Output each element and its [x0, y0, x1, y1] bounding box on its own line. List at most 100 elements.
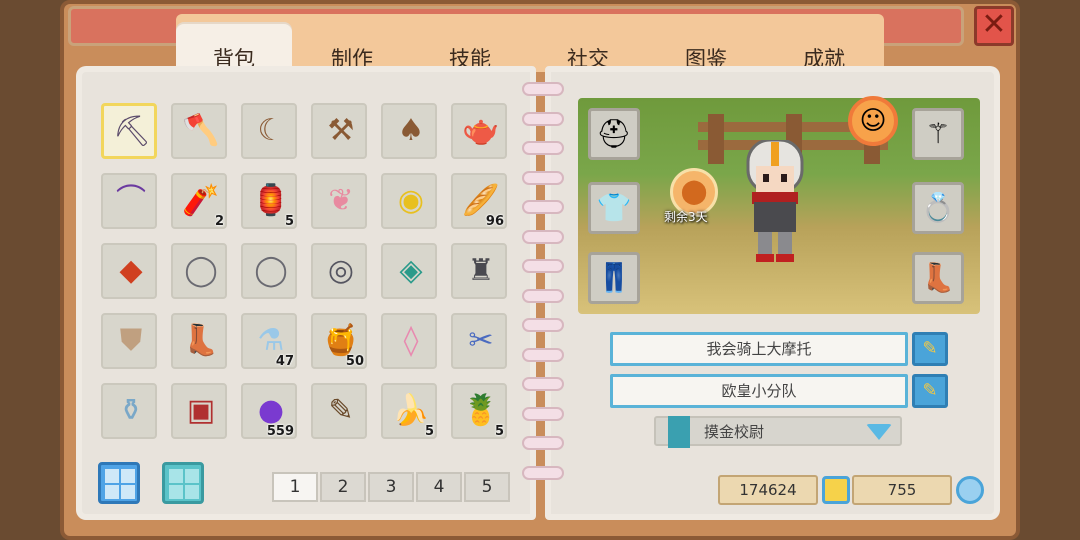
inventory-slot[interactable]: 🫖 [451, 103, 507, 159]
ruby-ring-icon: ◆ [119, 253, 143, 288]
alt-view-button[interactable] [162, 462, 204, 504]
inventory-slot[interactable]: ⚱ [101, 383, 157, 439]
inventory-slot[interactable]: ⌒ [101, 173, 157, 229]
treasure-chest-icon: ▣ [186, 393, 216, 428]
inventory-slot[interactable]: ▣ [171, 383, 227, 439]
spine-ring [522, 200, 564, 214]
item-count: 5 [284, 214, 294, 229]
page-button-2[interactable]: 2 [320, 472, 366, 502]
page-button-4[interactable]: 4 [416, 472, 462, 502]
title-select-value: 摸金校尉 [704, 423, 765, 441]
pants-icon[interactable]: 👖 [588, 252, 640, 304]
page-selector: 1 2 3 4 5 [272, 472, 512, 502]
inventory-slot[interactable]: ◈ [381, 243, 437, 299]
spine-ring [522, 406, 564, 421]
tab-bar: 背包 制作 技能 社交 图鉴 成就 [176, 14, 884, 94]
spine-ring [522, 465, 564, 480]
inventory-slot[interactable]: ⛏ [101, 103, 157, 159]
inventory-slot[interactable]: ⛊ [101, 313, 157, 369]
inventory-slot[interactable]: ♜ [451, 243, 507, 299]
sickle-icon: ☾ [257, 113, 285, 148]
inventory-slot[interactable]: ✂ [451, 313, 507, 369]
spine-ring [522, 377, 564, 391]
boots-icon: 👢 [182, 323, 220, 358]
inventory-slot[interactable]: 🪓 [171, 103, 227, 159]
inventory-slot[interactable]: ◆ [101, 243, 157, 299]
slime-icon: ◉ [397, 183, 425, 218]
inventory-slot[interactable]: ⚗ 47 [241, 313, 297, 369]
wings-icon: ❦ [328, 183, 354, 218]
item-count: 559 [266, 424, 294, 439]
spine-ring [522, 259, 564, 273]
inventory-slot[interactable]: ◯ [241, 243, 297, 299]
inventory-slot[interactable]: 🧨 2 [171, 173, 227, 229]
title-select[interactable]: 摸金校尉 [654, 416, 902, 448]
inventory-slot[interactable]: ♠ [381, 103, 437, 159]
item-count: 50 [345, 354, 364, 369]
spine-ring [522, 141, 564, 155]
close-button[interactable]: ✕ [974, 6, 1014, 46]
inventory-slot[interactable]: ⚒ [311, 103, 367, 159]
spine-ring [522, 288, 564, 303]
iron-ring-icon: ◯ [184, 253, 218, 288]
gem-amount: 755 [852, 475, 952, 505]
pickaxe-icon: ⛏ [112, 114, 152, 149]
inventory-slot[interactable]: 🥖 96 [451, 173, 507, 229]
spine-ring [522, 229, 564, 244]
inventory-slot[interactable]: ◊ [381, 313, 437, 369]
shovel-icon: ♠ [397, 113, 425, 148]
axe-icon: 🪓 [182, 113, 220, 148]
chevron-down-icon[interactable] [866, 424, 892, 440]
grid-view-button[interactable] [98, 462, 140, 504]
sunflower-icon: ☺ [848, 96, 898, 146]
spine-ring [522, 170, 564, 185]
inventory-slot[interactable]: ❦ [311, 173, 367, 229]
glass-jar-icon: ⚱ [118, 393, 144, 428]
emerald-ring-icon: ◈ [399, 253, 423, 288]
page-button-1[interactable]: 1 [272, 472, 318, 502]
inventory-slot[interactable]: 🏮 5 [241, 173, 297, 229]
spine-ring [522, 111, 564, 126]
shirt-icon[interactable]: 👕 [588, 182, 640, 234]
fishing-rod-icon: ⌒ [116, 183, 146, 218]
spine-ring [522, 347, 564, 362]
amethyst-ring-icon[interactable]: 💍 [912, 182, 964, 234]
inventory-slot[interactable]: ● 559 [241, 383, 297, 439]
gem-icon[interactable] [956, 476, 984, 504]
gold-amount: 174624 [718, 475, 818, 505]
hood-icon[interactable]: ⛑ [588, 108, 640, 160]
inventory-slot[interactable]: ◎ [311, 243, 367, 299]
page-button-3[interactable]: 3 [368, 472, 414, 502]
wand-icon[interactable]: ⚚ [912, 108, 964, 160]
inventory-slot[interactable]: 👢 [171, 313, 227, 369]
spine-ring [522, 318, 564, 332]
item-count: 5 [494, 424, 504, 439]
chest-armor-icon: ⛊ [119, 323, 143, 358]
root-icon: ✎ [328, 393, 354, 428]
item-count: 47 [275, 354, 294, 369]
inventory-slot[interactable]: ◯ [171, 243, 227, 299]
eye-ring-icon: ◎ [327, 253, 355, 288]
inventory-slot[interactable]: ◉ [381, 173, 437, 229]
bookmark-icon [668, 416, 690, 448]
inventory-slot[interactable]: ✎ [311, 383, 367, 439]
game-screen: ✕ 背包 制作 技能 社交 图鉴 成就 ⛏ 🪓 ☾ ⚒ ♠ 🫖 ⌒ 🧨 2 🏮 5 ❦ ◉ 🥖 96 ◆ ◯ ◯ ◎… [0, 0, 1080, 540]
watering-can-icon: 🫖 [462, 113, 500, 148]
item-count: 2 [214, 214, 224, 229]
inventory-slot[interactable]: 🍍 5 [451, 383, 507, 439]
scissors-icon: ✂ [468, 323, 494, 358]
hoe-icon: ⚒ [327, 113, 355, 148]
item-count: 96 [485, 214, 504, 229]
farm-name-field[interactable]: 欧皇小分队 [610, 374, 908, 408]
inventory-slot[interactable]: 🍌 5 [381, 383, 437, 439]
red-boots-icon[interactable]: 👢 [912, 252, 964, 304]
spine-ring [522, 436, 564, 450]
inventory-slot[interactable]: 🍯 50 [311, 313, 367, 369]
inventory-slot[interactable]: ☾ [241, 103, 297, 159]
edit-farm-pencil-icon[interactable]: ✎ [912, 374, 948, 408]
gold-coin-icon[interactable] [822, 476, 850, 504]
edit-name-pencil-icon[interactable]: ✎ [912, 332, 948, 366]
timer-label: 剩余3天 [664, 210, 708, 224]
page-button-5[interactable]: 5 [464, 472, 510, 502]
player-name-field[interactable]: 我会骑上大摩托 [610, 332, 908, 366]
